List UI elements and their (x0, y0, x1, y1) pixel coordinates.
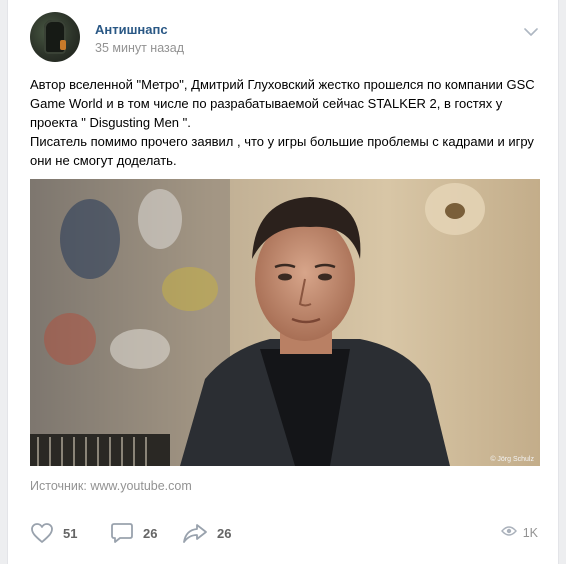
share-count: 26 (217, 525, 232, 541)
views-counter: 1K (500, 518, 538, 548)
like-count: 51 (63, 525, 78, 541)
post-source: Источник: www.youtube.com (30, 479, 192, 493)
photo-illustration (30, 179, 540, 466)
like-button[interactable]: 51 (30, 518, 77, 548)
views-count: 1K (522, 526, 538, 540)
post-card: Антишнапс 35 минут назад Автор вселенной… (7, 0, 559, 564)
author-name[interactable]: Антишнапс (95, 22, 168, 37)
chevron-down-icon[interactable] (524, 24, 538, 36)
source-link[interactable]: www.youtube.com (90, 479, 191, 493)
post-paragraph-2: Писатель помимо прочего заявил , что у и… (30, 134, 534, 168)
comment-icon (110, 522, 134, 544)
post-header: Антишнапс 35 минут назад (30, 12, 542, 64)
post-paragraph-1: Автор вселенной "Метро", Дмитрий Глуховс… (30, 77, 535, 130)
post-actions: 51 26 26 1K (30, 518, 538, 548)
eye-icon (500, 524, 517, 542)
comment-button[interactable]: 26 (110, 518, 157, 548)
post-text: Автор вселенной "Метро", Дмитрий Глуховс… (30, 75, 542, 170)
source-label: Источник: (30, 479, 87, 493)
heart-icon (30, 522, 54, 544)
comment-count: 26 (143, 525, 158, 541)
post-time[interactable]: 35 минут назад (95, 41, 184, 55)
photo-credit: © Jörg Schulz (490, 456, 534, 463)
author-avatar[interactable] (30, 12, 80, 62)
share-button[interactable]: 26 (182, 518, 231, 548)
share-arrow-icon (182, 522, 208, 544)
avatar-accent (60, 40, 66, 50)
post-photo[interactable]: © Jörg Schulz (30, 179, 540, 466)
